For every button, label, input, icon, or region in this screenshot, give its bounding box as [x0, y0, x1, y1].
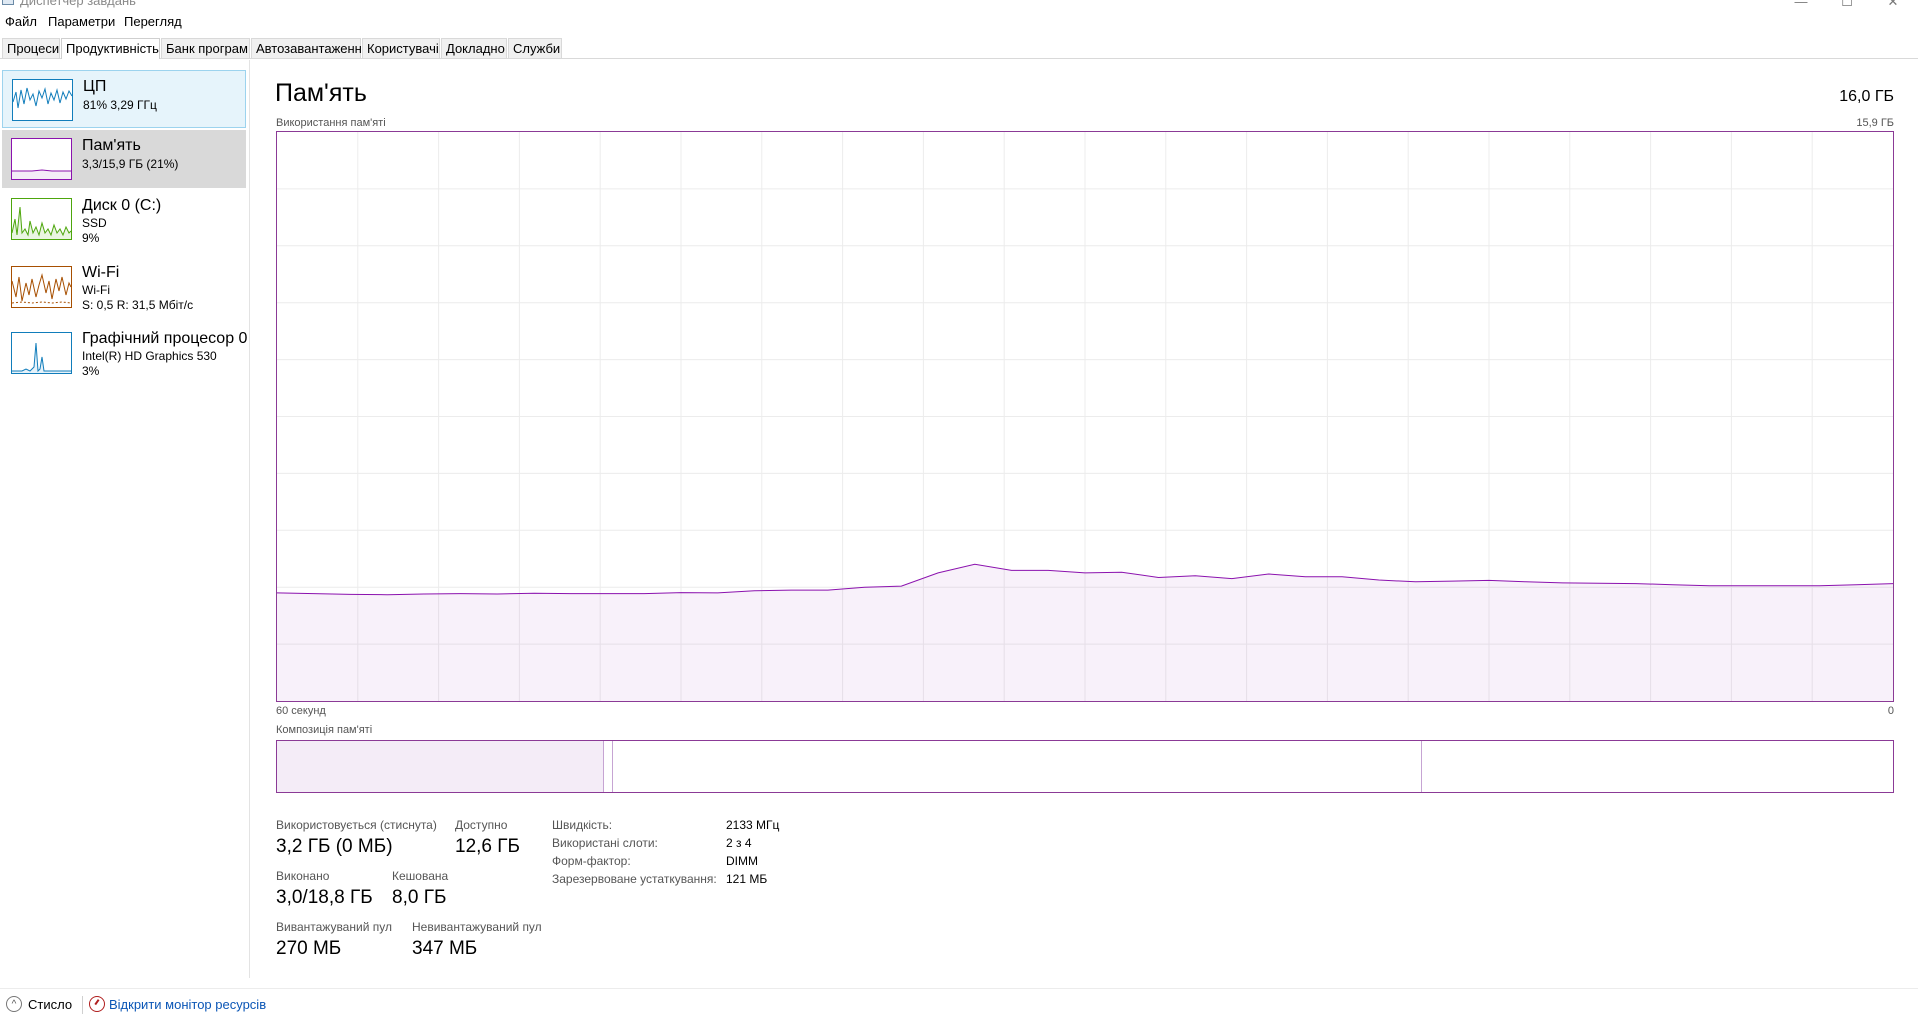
title-bar	[0, 0, 1918, 8]
sidebar-item-detail: 3,3/15,9 ГБ (21%)	[82, 157, 179, 171]
tab-users[interactable]: Користувачі	[362, 38, 440, 58]
paged-pool-value: 270 МБ	[276, 938, 342, 959]
graph-time-right: 0	[1887, 705, 1894, 717]
sidebar-item-detail: Intel(R) HD Graphics 530	[82, 349, 217, 363]
sidebar-divider	[249, 60, 250, 978]
sidebar-item-detail-2: S: 0,5 R: 31,5 Мбіт/с	[82, 298, 194, 312]
in-use-label: Використовується (стиснута)	[276, 818, 437, 832]
paged-pool-label: Вивантажуваний пул	[276, 920, 392, 934]
sidebar-item-disk[interactable]: Диск 0 (C:) SSD 9%	[2, 190, 246, 248]
chevron-up-icon: ^	[6, 996, 22, 1012]
reserved-label: Зарезервоване устаткування:	[552, 872, 717, 886]
sidebar-item-title: Диск 0 (C:)	[82, 197, 162, 214]
nonpaged-pool-value: 347 МБ	[412, 938, 478, 959]
memory-composition-bar	[276, 740, 1894, 793]
committed-label: Виконано	[276, 869, 330, 883]
open-resource-monitor-link[interactable]: Відкрити монітор ресурсів	[89, 996, 266, 1012]
sidebar-item-detail: 81% 3,29 ГГц	[83, 98, 157, 112]
composition-in-use	[277, 741, 604, 792]
speed-label: Швидкість:	[552, 818, 613, 832]
sidebar-item-title: Wi-Fi	[82, 264, 120, 281]
tab-details[interactable]: Докладно	[441, 38, 507, 58]
sidebar-item-detail-2: 3%	[82, 364, 100, 378]
cpu-thumbnail	[12, 79, 73, 121]
sidebar-item-detail-2: 9%	[82, 231, 100, 245]
memory-usage-graph	[276, 131, 1894, 702]
total-memory: 16,0 ГБ	[1839, 88, 1894, 105]
close-button[interactable]: ✕	[1883, 0, 1903, 10]
fewer-details-label: Стисло	[28, 996, 73, 1012]
tab-processes[interactable]: Процеси	[2, 38, 60, 58]
sidebar-item-title: Пам'ять	[82, 137, 141, 154]
graph-time-left: 60 секунд	[276, 705, 326, 717]
wifi-thumbnail	[11, 266, 72, 308]
resource-monitor-icon	[89, 996, 105, 1012]
sidebar-item-title: Графічний процесор 0	[82, 330, 248, 347]
tab-services[interactable]: Служби	[508, 38, 562, 58]
sidebar-item-wifi[interactable]: Wi-Fi Wi-Fi S: 0,5 R: 31,5 Мбіт/с	[2, 256, 246, 318]
cached-label: Кешована	[392, 869, 449, 883]
tab-performance[interactable]: Продуктивність	[61, 38, 160, 59]
menu-file[interactable]: Файл	[5, 14, 37, 29]
maximize-button[interactable]: ☐	[1837, 0, 1857, 10]
composition-standby	[613, 741, 1422, 792]
menu-view[interactable]: Перегляд	[124, 14, 182, 29]
slots-label: Використані слоти:	[552, 836, 658, 850]
task-manager-icon	[2, 0, 14, 5]
sidebar-item-title: ЦП	[83, 78, 107, 95]
available-label: Доступно	[455, 818, 508, 832]
available-value: 12,6 ГБ	[455, 836, 521, 857]
fewer-details-button[interactable]: ^ Стисло	[6, 996, 72, 1012]
resource-monitor-label: Відкрити монітор ресурсів	[109, 996, 267, 1012]
sidebar-item-memory[interactable]: Пам'ять 3,3/15,9 ГБ (21%)	[2, 130, 246, 188]
speed-value: 2133 МГц	[726, 818, 780, 832]
cached-value: 8,0 ГБ	[392, 887, 447, 908]
menu-options[interactable]: Параметри	[48, 14, 115, 29]
disk-thumbnail-graph	[11, 206, 72, 239]
reserved-value: 121 МБ	[726, 872, 768, 886]
window-title: Диспетчер завдань	[20, 0, 136, 8]
footer-divider	[0, 988, 1918, 989]
minimize-button[interactable]: —	[1791, 0, 1811, 9]
sidebar-item-detail: SSD	[82, 216, 107, 230]
form-factor-label: Форм-фактор:	[552, 854, 631, 868]
composition-label: Композиція пам'яті	[276, 724, 373, 736]
slots-value: 2 з 4	[726, 836, 752, 850]
committed-value: 3,0/18,8 ГБ	[276, 887, 373, 908]
gpu-thumbnail	[11, 332, 72, 374]
tab-startup[interactable]: Автозавантаження	[251, 38, 369, 58]
footer-separator	[82, 996, 83, 1014]
tab-app-history[interactable]: Банк програм	[161, 38, 250, 58]
memory-thumbnail	[11, 138, 72, 180]
memory-usage-chart	[276, 132, 1894, 701]
sidebar-item-cpu[interactable]: ЦП 81% 3,29 ГГц	[2, 70, 246, 128]
form-factor-value: DIMM	[726, 854, 758, 868]
usage-graph-label: Використання пам'яті	[276, 117, 386, 129]
sidebar-item-gpu[interactable]: Графічний процесор 0 Intel(R) HD Graphic…	[2, 322, 248, 384]
nonpaged-pool-label: Невивантажуваний пул	[412, 920, 542, 934]
composition-modified	[604, 741, 613, 792]
cpu-thumbnail-graph	[12, 87, 73, 109]
page-title: Пам'ять	[275, 79, 367, 107]
memory-thumbnail-graph	[12, 169, 71, 179]
wifi-thumbnail-graph	[11, 273, 72, 304]
gpu-thumbnail-graph	[12, 342, 71, 373]
usage-graph-max: 15,9 ГБ	[1856, 117, 1894, 129]
disk-thumbnail	[11, 198, 72, 240]
sidebar-item-detail: Wi-Fi	[82, 283, 110, 297]
in-use-value: 3,2 ГБ (0 МБ)	[276, 836, 393, 857]
